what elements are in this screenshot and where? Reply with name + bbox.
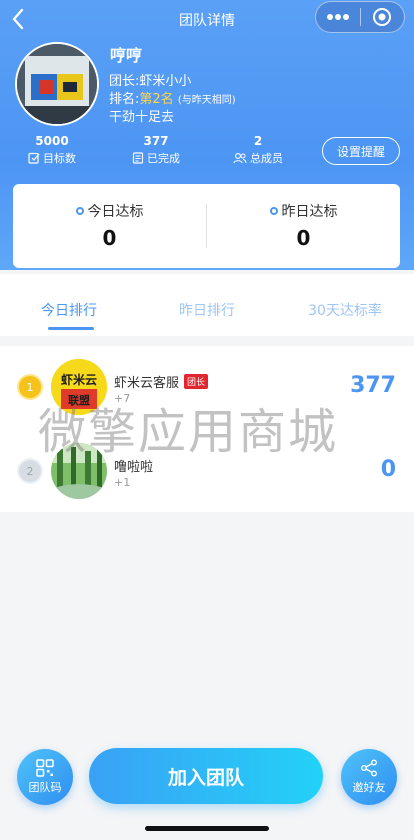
stat-members: 2 总成员 — [218, 134, 298, 166]
yesterday-value: 0 — [296, 226, 311, 250]
member-score: 377 — [350, 373, 396, 398]
members-icon — [233, 153, 247, 164]
yesterday-label: 昨日达标 — [281, 204, 338, 220]
invite-friend-button[interactable]: 邀好友 — [341, 749, 397, 805]
rank-note: (与昨天相同) — [177, 95, 236, 106]
member-name: 虾米云客服 — [114, 376, 180, 391]
team-slogan: 干劲十足去 — [109, 110, 175, 125]
watermark: 微擎应用商城 — [38, 404, 339, 460]
join-team-button[interactable]: 加入团队 — [89, 748, 323, 804]
stat-value: 5000 — [35, 134, 69, 148]
done-list-icon — [132, 152, 144, 164]
stat-label: 总成员 — [250, 152, 283, 165]
team-avatar — [15, 42, 99, 126]
team-name: 哼哼 — [110, 46, 143, 65]
stat-done: 377 已完成 — [116, 134, 196, 166]
tab-today-ranking[interactable]: 今日排行 — [14, 300, 124, 320]
stat-value: 2 — [253, 134, 263, 148]
yesterday-summary: 昨日达标 0 — [207, 201, 400, 250]
today-label: 今日达标 — [87, 204, 144, 220]
bullet-icon — [75, 207, 84, 215]
today-value: 0 — [102, 226, 117, 250]
navbar: 团队详情 — [0, 0, 414, 38]
rank-value: 第2名 — [139, 92, 174, 107]
home-indicator — [145, 826, 269, 831]
share-icon — [361, 759, 377, 777]
tab-30day-rate[interactable]: 30天达标率 — [290, 300, 400, 320]
invite-label: 邀好友 — [352, 781, 386, 794]
team-rank: 排名:第2名 (与昨天相同) — [109, 88, 236, 107]
target-edit-icon — [28, 152, 40, 164]
daily-summary-card: 今日达标 0 昨日达标 0 — [13, 184, 400, 268]
ranking-tabs: 今日排行 昨日排行 30天达标率 — [0, 274, 414, 336]
stat-value: 377 — [143, 134, 169, 148]
silver-medal-icon: 2 — [19, 460, 41, 482]
mini-program-capsule — [315, 1, 405, 33]
today-summary: 今日达标 0 — [13, 201, 206, 250]
tab-yesterday-ranking[interactable]: 昨日排行 — [152, 300, 262, 320]
set-reminder-button[interactable]: 设置提醒 — [322, 137, 400, 165]
stat-label: 已完成 — [147, 152, 180, 165]
stat-target: 5000 目标数 — [12, 134, 92, 166]
active-tab-indicator — [48, 327, 94, 330]
bullet-icon — [269, 207, 278, 215]
team-leader: 团长:虾米小小 — [109, 74, 192, 89]
avatar-text-1: 虾米云 — [61, 372, 97, 387]
qr-code-icon — [36, 759, 54, 777]
bottom-action-bar: 团队码 加入团队 邀好友 — [0, 744, 414, 814]
member-score: 0 — [380, 457, 396, 482]
leader-badge: 团长 — [184, 374, 209, 389]
member-increment: +1 — [114, 476, 131, 489]
team-code-label: 团队码 — [28, 781, 62, 794]
more-dots-icon[interactable] — [316, 2, 360, 32]
stat-label: 目标数 — [43, 152, 76, 165]
close-target-icon[interactable] — [361, 2, 404, 32]
rank-prefix: 排名: — [109, 92, 140, 107]
team-code-button[interactable]: 团队码 — [17, 749, 73, 805]
